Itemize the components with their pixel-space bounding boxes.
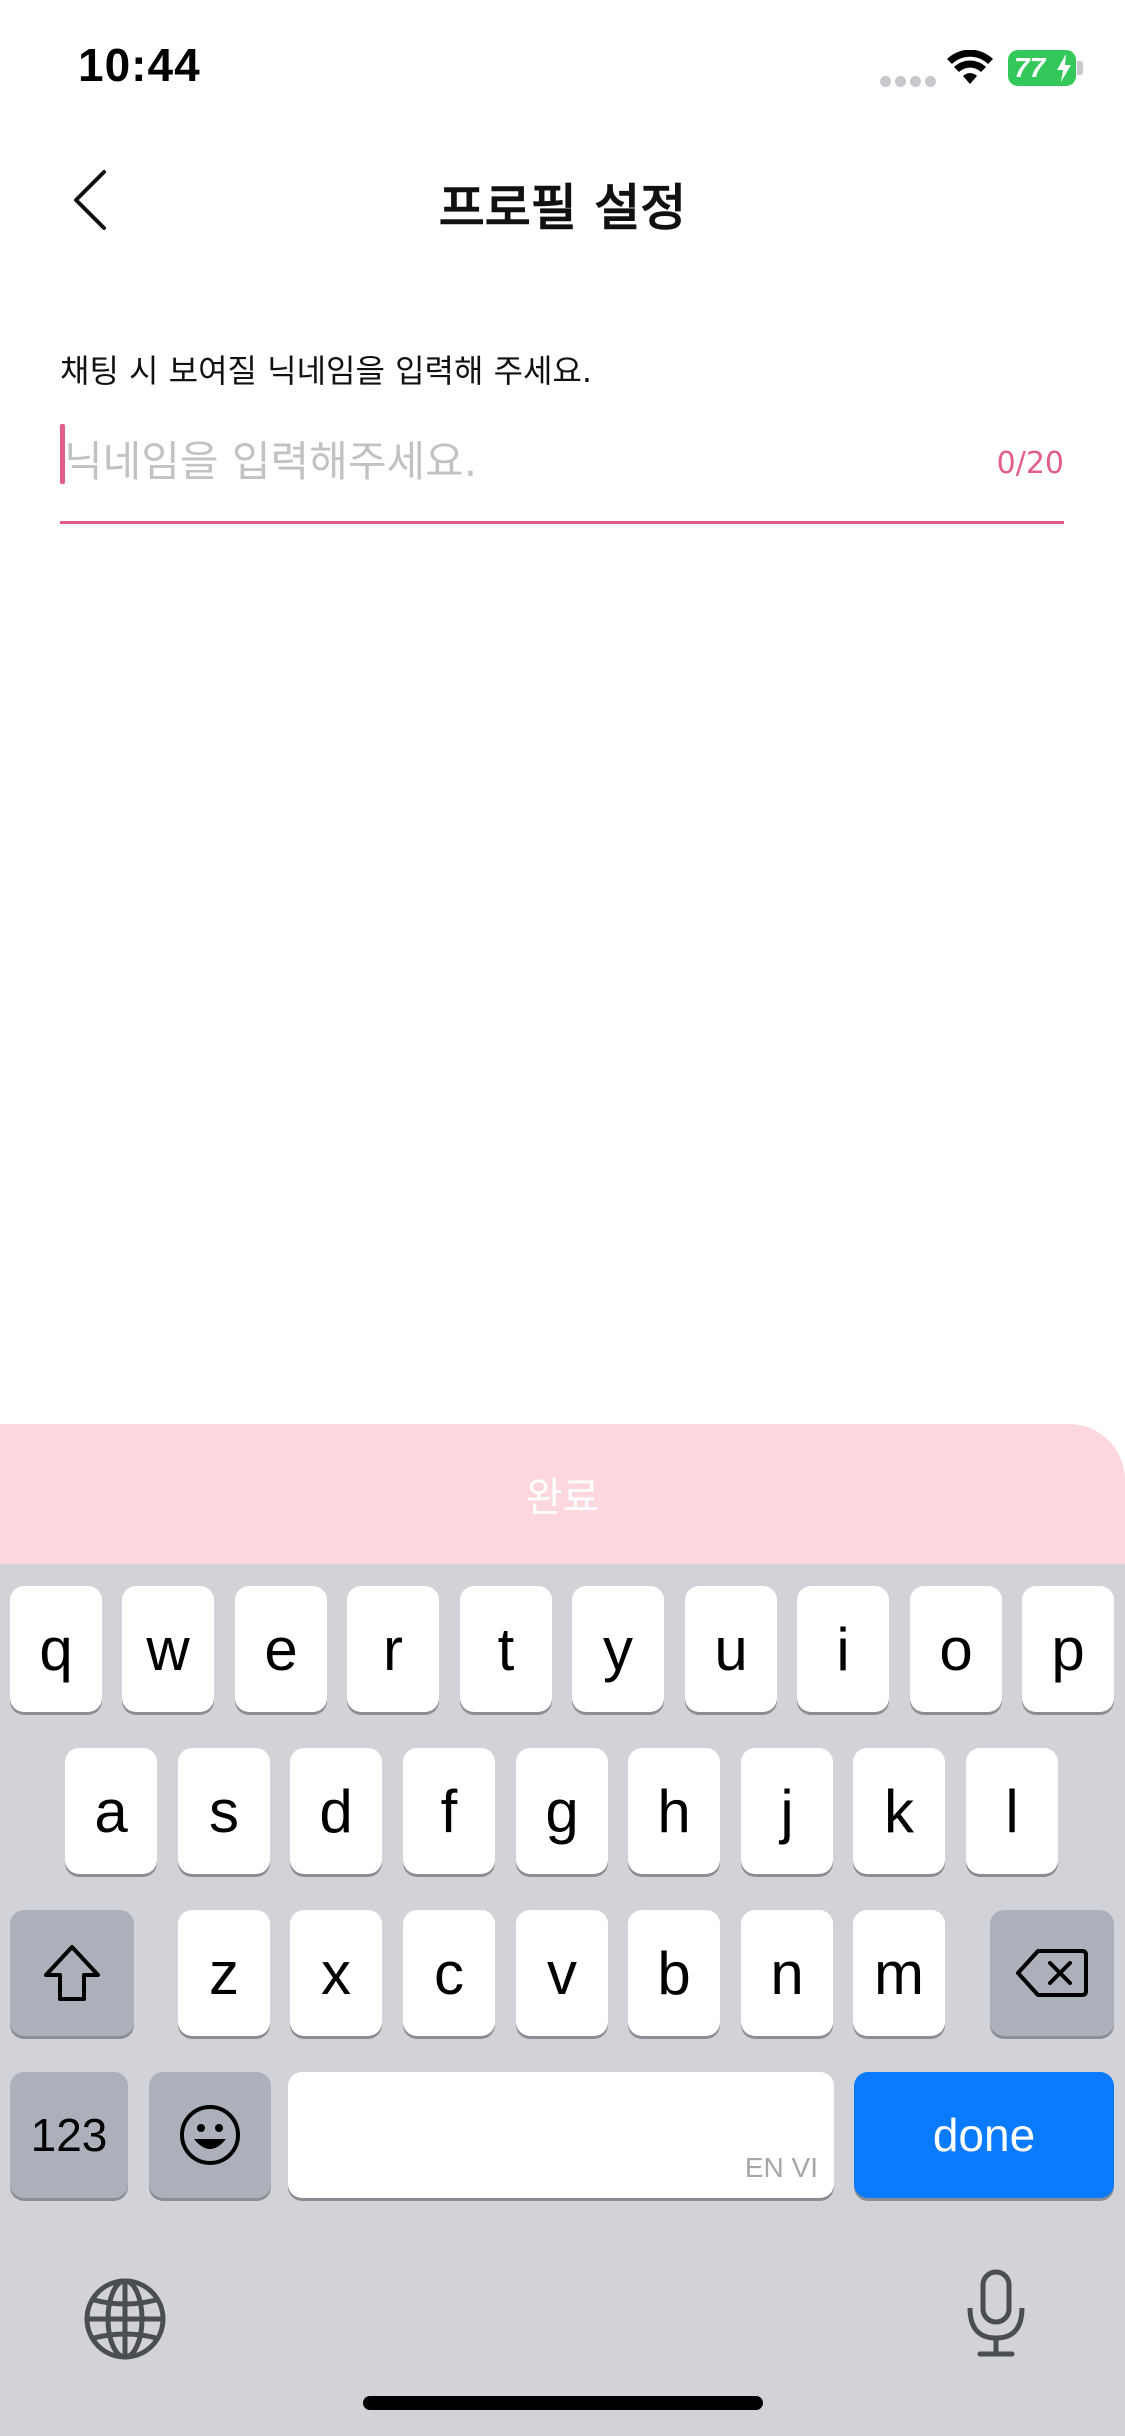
done-button[interactable]: 완료	[0, 1424, 1125, 1564]
key-z[interactable]: z	[178, 1910, 270, 2036]
key-v[interactable]: v	[516, 1910, 608, 2036]
key-c[interactable]: c	[403, 1910, 495, 2036]
charging-bolt-icon	[1057, 54, 1071, 82]
key-t[interactable]: t	[460, 1586, 552, 1712]
status-time: 10:44	[78, 39, 201, 91]
key-p[interactable]: p	[1022, 1586, 1114, 1712]
backspace-key[interactable]	[990, 1910, 1114, 2036]
numbers-key[interactable]: 123	[10, 2072, 128, 2198]
nickname-field: 0/20	[60, 416, 1064, 524]
key-x[interactable]: x	[290, 1910, 382, 2036]
nickname-label: 채팅 시 보여질 닉네임을 입력해 주세요.	[60, 352, 593, 390]
backspace-icon	[1016, 1949, 1088, 1997]
key-o[interactable]: o	[910, 1586, 1002, 1712]
page-title: 프로필 설정	[438, 179, 687, 237]
return-key[interactable]: done	[854, 2072, 1114, 2198]
battery-icon: 77	[1008, 50, 1076, 86]
key-a[interactable]: a	[65, 1748, 157, 1874]
key-f[interactable]: f	[403, 1748, 495, 1874]
character-counter: 0/20	[996, 446, 1064, 481]
key-g[interactable]: g	[516, 1748, 608, 1874]
space-key[interactable]: EN VI	[288, 2072, 834, 2198]
nickname-input[interactable]	[60, 416, 960, 506]
shift-key[interactable]	[10, 1910, 134, 2036]
home-indicator[interactable]	[363, 2396, 763, 2410]
microphone-icon[interactable]	[964, 2268, 1028, 2360]
key-k[interactable]: k	[853, 1748, 945, 1874]
key-b[interactable]: b	[628, 1910, 720, 2036]
key-y[interactable]: y	[572, 1586, 664, 1712]
header: 프로필 설정	[0, 140, 1125, 260]
shift-arrow-icon	[44, 1945, 100, 2001]
emoji-key[interactable]	[149, 2072, 271, 2198]
key-q[interactable]: q	[10, 1586, 102, 1712]
key-j[interactable]: j	[741, 1748, 833, 1874]
key-e[interactable]: e	[235, 1586, 327, 1712]
battery-cap	[1077, 61, 1083, 75]
key-d[interactable]: d	[290, 1748, 382, 1874]
profile-setup-screen: 10:44 77 프로필 설정 채팅 시 보여질 닉네임을 입력해 주세요. 닉…	[0, 0, 1125, 2436]
key-m[interactable]: m	[853, 1910, 945, 2036]
cellular-signal-icon	[880, 72, 940, 91]
key-n[interactable]: n	[741, 1910, 833, 2036]
battery-level: 77	[1014, 52, 1046, 83]
key-u[interactable]: u	[685, 1586, 777, 1712]
key-i[interactable]: i	[797, 1586, 889, 1712]
key-h[interactable]: h	[628, 1748, 720, 1874]
emoji-icon	[180, 2105, 240, 2165]
status-bar: 10:44 77	[0, 0, 1125, 140]
globe-icon[interactable]	[82, 2276, 168, 2362]
key-w[interactable]: w	[122, 1586, 214, 1712]
space-language-hint: EN VI	[744, 2152, 818, 2183]
key-r[interactable]: r	[347, 1586, 439, 1712]
done-button-label: 완료	[525, 1475, 600, 1521]
wifi-icon	[947, 50, 993, 84]
key-s[interactable]: s	[178, 1748, 270, 1874]
key-l[interactable]: l	[966, 1748, 1058, 1874]
